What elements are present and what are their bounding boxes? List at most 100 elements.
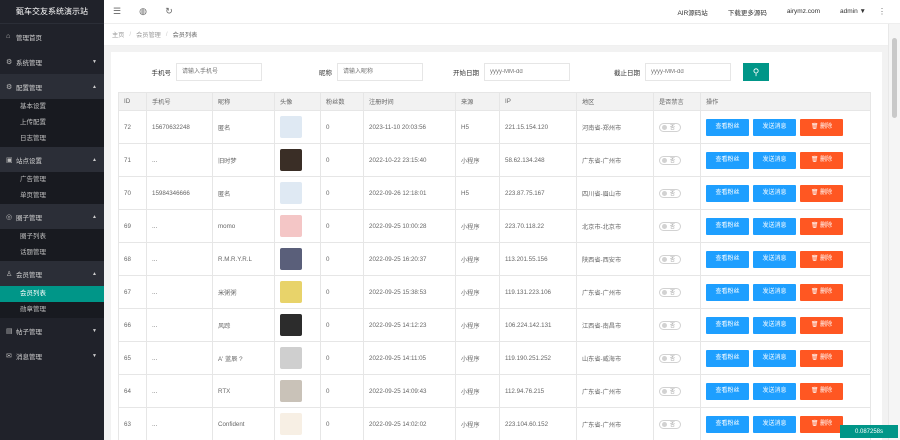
avatar[interactable] <box>280 149 302 171</box>
mute-toggle[interactable]: 否 <box>659 287 681 297</box>
cell-nick: A' 蓝辰 ? <box>212 341 275 375</box>
send-message-button[interactable]: 发送消息 <box>753 316 796 334</box>
sidebar-item[interactable]: 基本设置 <box>0 99 104 115</box>
sidebar-item[interactable]: 上传配置 <box>0 115 104 131</box>
avatar[interactable] <box>280 347 302 369</box>
delete-button[interactable]: 🗑 删除 <box>800 217 843 235</box>
cell-ip: 119.131.223.106 <box>499 275 577 309</box>
send-message-button[interactable]: 发送消息 <box>753 382 796 400</box>
sidebar-group-1[interactable]: ⚙ 系统管理 ▼ <box>0 49 104 74</box>
sidebar-item[interactable]: 广告管理 <box>0 172 104 188</box>
sidebar-item[interactable]: 圈子列表 <box>0 229 104 245</box>
table-body: 72 15670632248 匿名 0 2023-11-10 20:03:56 H5 221… <box>118 110 871 440</box>
delete-button[interactable]: 🗑 删除 <box>800 118 843 136</box>
sidebar-group-4[interactable]: ◎ 圈子管理 ▲ <box>0 204 104 229</box>
cell-actions: 查看粉丝 发送消息 🗑 删除 <box>700 110 871 144</box>
view-fans-button[interactable]: 查看粉丝 <box>706 283 749 301</box>
menu-icon[interactable]: ☰ <box>104 6 130 17</box>
send-message-button[interactable]: 发送消息 <box>753 349 796 367</box>
breadcrumb-home[interactable]: 主页 <box>112 30 124 39</box>
view-fans-button[interactable]: 查看粉丝 <box>706 151 749 169</box>
globe-icon[interactable]: ◍ <box>130 6 156 17</box>
start-date-input[interactable] <box>484 63 570 81</box>
link-air[interactable]: AIR源码站 <box>677 7 707 17</box>
view-fans-button[interactable]: 查看粉丝 <box>706 250 749 268</box>
avatar[interactable] <box>280 281 302 303</box>
search-button[interactable]: ⚲ <box>743 63 769 81</box>
link-domain[interactable]: airymz.com <box>787 8 820 15</box>
send-message-button[interactable]: 发送消息 <box>753 217 796 235</box>
sidebar-group-2[interactable]: ⚙ 配置管理 ▲ <box>0 74 104 99</box>
delete-button[interactable]: 🗑 删除 <box>800 382 843 400</box>
cell-fans: 0 <box>320 341 364 375</box>
end-date-input[interactable] <box>645 63 731 81</box>
delete-button[interactable]: 🗑 删除 <box>800 415 843 433</box>
send-message-button[interactable]: 发送消息 <box>753 415 796 433</box>
scrollbar[interactable] <box>888 24 900 440</box>
sidebar-group-0[interactable]: ⌂ 管理首页 <box>0 24 104 49</box>
delete-button[interactable]: 🗑 删除 <box>800 283 843 301</box>
send-message-button[interactable]: 发送消息 <box>753 151 796 169</box>
view-fans-button[interactable]: 查看粉丝 <box>706 316 749 334</box>
view-fans-button[interactable]: 查看粉丝 <box>706 382 749 400</box>
trash-icon: 🗑 <box>810 222 821 229</box>
toggle-label: 否 <box>670 322 676 329</box>
nick-input[interactable] <box>337 63 423 81</box>
mute-toggle[interactable]: 否 <box>659 419 681 429</box>
avatar[interactable] <box>280 248 302 270</box>
breadcrumb-members[interactable]: 会员管理 <box>136 30 161 39</box>
trash-icon: 🗑 <box>810 420 821 427</box>
mute-toggle[interactable]: 否 <box>659 188 681 198</box>
avatar-cell <box>274 110 321 144</box>
mute-toggle[interactable]: 否 <box>659 122 681 132</box>
view-fans-button[interactable]: 查看粉丝 <box>706 118 749 136</box>
sidebar-item[interactable]: 单页管理 <box>0 188 104 204</box>
sidebar-group-5[interactable]: ♙ 会员管理 ▲ <box>0 261 104 286</box>
sidebar-group-3[interactable]: ▣ 站点设置 ▲ <box>0 147 104 172</box>
cell-id: 71 <box>118 143 147 177</box>
mute-toggle[interactable]: 否 <box>659 353 681 363</box>
view-fans-button[interactable]: 查看粉丝 <box>706 184 749 202</box>
user-menu[interactable]: admin ▼ <box>840 8 866 15</box>
send-message-button[interactable]: 发送消息 <box>753 283 796 301</box>
avatar[interactable] <box>280 182 302 204</box>
view-fans-button[interactable]: 查看粉丝 <box>706 415 749 433</box>
mute-toggle[interactable]: 否 <box>659 254 681 264</box>
sidebar-item[interactable]: 话题管理 <box>0 245 104 261</box>
view-fans-button[interactable]: 查看粉丝 <box>706 217 749 235</box>
send-message-button[interactable]: 发送消息 <box>753 250 796 268</box>
more-icon[interactable]: ⋮ <box>878 7 886 16</box>
sidebar-group-6[interactable]: ▤ 帖子管理 ▼ <box>0 318 104 343</box>
link-download[interactable]: 下载更多源码 <box>728 7 767 17</box>
refresh-icon[interactable]: ↻ <box>156 6 182 17</box>
sidebar-submenu: 基本设置 上传配置 日志管理 <box>0 99 104 147</box>
sidebar-group-7[interactable]: ✉ 消息管理 ▼ <box>0 343 104 368</box>
send-message-button[interactable]: 发送消息 <box>753 184 796 202</box>
sidebar-item[interactable]: 会员列表 <box>0 286 104 302</box>
delete-button[interactable]: 🗑 删除 <box>800 184 843 202</box>
avatar[interactable] <box>280 413 302 435</box>
toggle-knob <box>662 223 667 229</box>
sidebar-item[interactable]: 日志管理 <box>0 131 104 147</box>
scrollbar-thumb[interactable] <box>892 38 897 118</box>
avatar[interactable] <box>280 116 302 138</box>
avatar[interactable] <box>280 314 302 336</box>
view-fans-button[interactable]: 查看粉丝 <box>706 349 749 367</box>
mute-toggle[interactable]: 否 <box>659 320 681 330</box>
sidebar-item[interactable]: 勋章管理 <box>0 302 104 318</box>
send-message-button[interactable]: 发送消息 <box>753 118 796 136</box>
avatar[interactable] <box>280 380 302 402</box>
delete-button[interactable]: 🗑 删除 <box>800 151 843 169</box>
delete-button[interactable]: 🗑 删除 <box>800 316 843 334</box>
mute-toggle[interactable]: 否 <box>659 221 681 231</box>
sidebar-menu: ⌂ 管理首页 ⚙ 系统管理 ▼ ⚙ 配置管理 ▲ 基本设置 上传配置 日志管理 ▣ 站点设置 ▲ 广告管理单… <box>0 24 104 368</box>
sidebar-group-label: 配置管理 <box>16 84 42 92</box>
phone-input[interactable] <box>176 63 262 81</box>
delete-button[interactable]: 🗑 删除 <box>800 250 843 268</box>
avatar[interactable] <box>280 215 302 237</box>
delete-button[interactable]: 🗑 删除 <box>800 349 843 367</box>
mute-toggle[interactable]: 否 <box>659 155 681 165</box>
toggle-knob <box>662 124 667 130</box>
mute-toggle[interactable]: 否 <box>659 386 681 396</box>
cell-id: 66 <box>118 308 147 342</box>
